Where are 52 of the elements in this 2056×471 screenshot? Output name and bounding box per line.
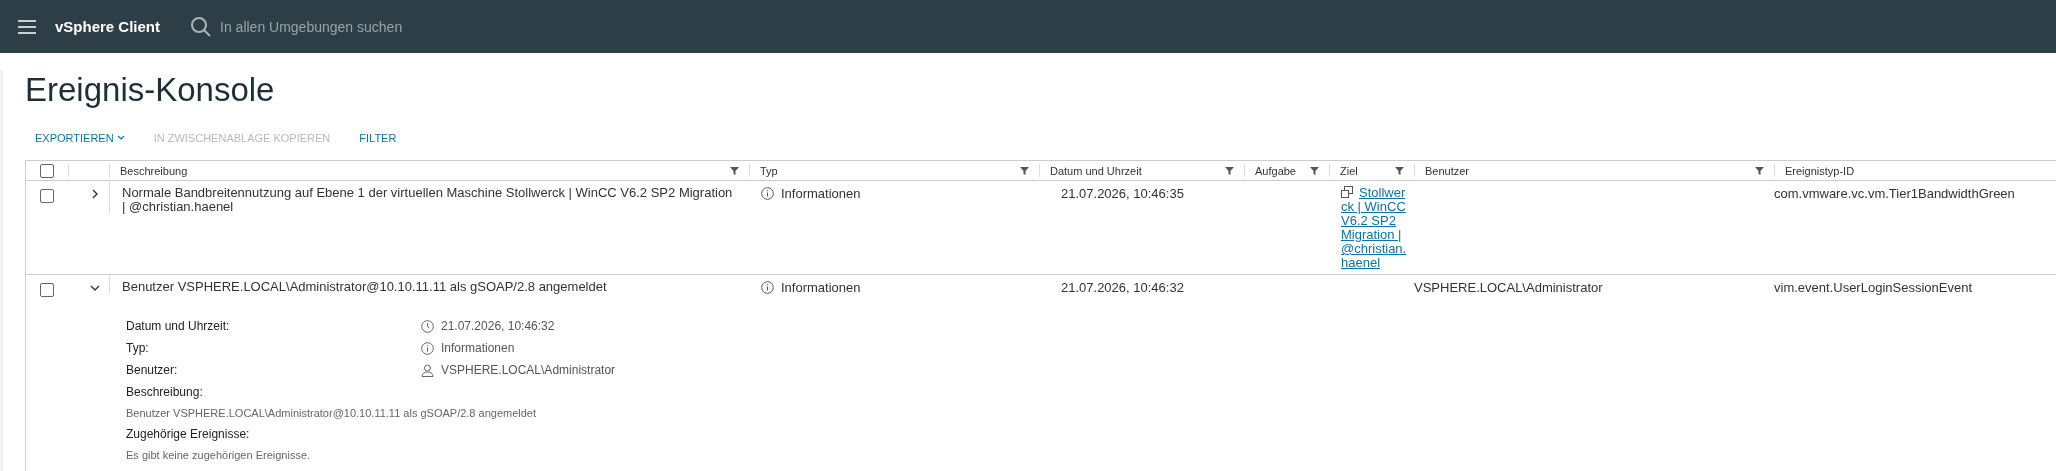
detail-label: Beschreibung:: [126, 385, 203, 399]
detail-label: Datum und Uhrzeit:: [126, 319, 231, 333]
table-cell: 21.07.2026, 10:46:32: [1061, 280, 1184, 295]
caret-icon: [116, 135, 125, 141]
toolbar-button[interactable]: EXPORTIEREN: [35, 132, 125, 144]
table-cell: com.vmware.vc.vm.Tier1BandwidthGreen: [1774, 186, 2015, 201]
filter-icon[interactable]: [1310, 166, 1319, 175]
table-cell: Informationen: [781, 280, 861, 295]
filter-icon[interactable]: [1020, 166, 1029, 175]
detail-label: Benutzer:: [126, 363, 179, 377]
detail-text: Benutzer VSPHERE.LOCAL\Administrator@10.10.11.11 als gSOAP/2.8 angemeldet: [126, 407, 537, 419]
select-all-checkbox[interactable]: [40, 163, 54, 178]
filter-icon[interactable]: [1395, 166, 1404, 175]
column-header[interactable]: Aufgabe: [1255, 164, 1296, 177]
menu-icon[interactable]: [17, 18, 37, 35]
column-header[interactable]: Benutzer: [1425, 164, 1470, 177]
detail-value: 21.07.2026, 10:46:32: [441, 319, 555, 333]
collapse-icon[interactable]: [90, 283, 100, 293]
table-cell: 21.07.2026, 10:46:35: [1061, 186, 1184, 201]
table-cell: vim.event.UserLoginSessionEvent: [1774, 280, 1972, 295]
user-icon: [421, 363, 434, 377]
column-header[interactable]: Ziel: [1340, 164, 1358, 177]
detail-text: Es gibt keine zugehörigen Ereignisse.: [126, 449, 311, 461]
detail-label: Zugehörige Ereignisse:: [126, 427, 250, 441]
column-header[interactable]: Typ: [760, 164, 778, 177]
detail-label: Typ:: [126, 341, 150, 355]
table-cell: Benutzer VSPHERE.LOCAL\Administrator@10.10.11.11 als gSOAP/2.8 angemeldet: [122, 279, 607, 294]
clock-icon: [421, 319, 434, 333]
table-cell: Informationen: [781, 186, 861, 201]
info-icon: [421, 341, 434, 355]
row-checkbox[interactable]: [40, 283, 54, 297]
search-field[interactable]: In allen Umgebungen suchen: [190, 15, 483, 38]
column-header[interactable]: Datum und Uhrzeit: [1050, 164, 1142, 177]
info-icon: [761, 281, 774, 294]
target-link[interactable]: Stollwerck | WinCC V6.2 SP2 Migration | @christian.haenel: [1341, 186, 1410, 274]
toolbar-button[interactable]: FILTER: [359, 132, 397, 144]
filter-icon[interactable]: [1225, 166, 1234, 175]
search-icon: [190, 15, 213, 38]
filter-icon[interactable]: [730, 166, 739, 175]
column-header[interactable]: Ereignistyp-ID: [1785, 164, 1855, 177]
vm-icon: [1341, 186, 1353, 198]
page-title: Ereignis-Konsole: [25, 70, 276, 110]
filter-icon[interactable]: [1755, 166, 1764, 175]
detail-value: Informationen: [441, 341, 515, 355]
app-title: vSphere Client: [55, 18, 161, 35]
row-checkbox[interactable]: [40, 189, 54, 203]
table-cell: Normale Bandbreitennutzung auf Ebene 1 der virtuellen Maschine Stollwerck | WinCC V6.2 SP2 Migration | @christian.haenel: [122, 185, 733, 214]
detail-value: VSPHERE.LOCAL\Administrator: [441, 363, 616, 377]
table-cell: VSPHERE.LOCAL\Administrator: [1414, 280, 1603, 295]
expand-icon[interactable]: [90, 189, 100, 199]
info-icon: [761, 187, 774, 200]
column-header[interactable]: Beschreibung: [120, 164, 188, 177]
